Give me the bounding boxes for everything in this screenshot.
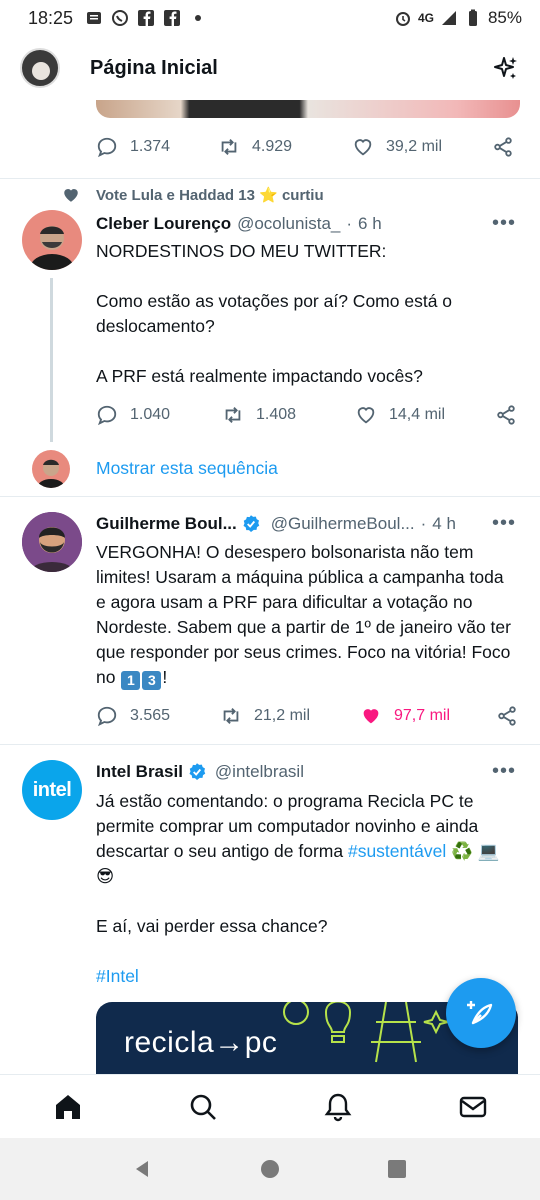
author-handle[interactable]: @intelbrasil xyxy=(215,762,304,782)
tweet-text[interactable]: NORDESTINOS DO MEU TWITTER: Como estão a… xyxy=(96,239,516,389)
previous-tweet-media[interactable] xyxy=(96,100,520,118)
divider xyxy=(0,178,540,179)
heart-filled-icon xyxy=(64,189,78,202)
like-button[interactable]: 39,2 mil xyxy=(352,136,492,158)
recents-icon[interactable] xyxy=(386,1158,408,1180)
retweet-button[interactable]: 4.929 xyxy=(218,136,352,158)
nav-notifications[interactable] xyxy=(323,1092,353,1122)
tweet-header: Cleber Lourenço @ocolunista_ · 6 h xyxy=(96,214,382,234)
compose-tweet-button[interactable] xyxy=(446,978,516,1048)
home-circle-icon[interactable] xyxy=(259,1158,281,1180)
action-bar: 1.374 4.929 39,2 mil xyxy=(96,136,520,158)
signal-icon xyxy=(441,11,456,25)
share-button[interactable] xyxy=(496,705,518,727)
divider xyxy=(0,496,540,497)
battery-icon xyxy=(468,9,477,26)
bottom-navigation xyxy=(0,1074,540,1138)
more-options-icon[interactable]: ••• xyxy=(492,760,516,783)
share-icon xyxy=(498,706,516,726)
tweet-header: Intel Brasil @intelbrasil xyxy=(96,762,304,782)
nav-home[interactable] xyxy=(53,1092,83,1122)
social-context: Vote Lula e Haddad 13 ⭐ curtiu xyxy=(62,186,324,204)
reply-icon xyxy=(97,405,117,426)
verified-badge-icon xyxy=(243,515,259,532)
retweet-icon xyxy=(221,139,237,155)
search-icon xyxy=(190,1094,216,1120)
app-header: Página Inicial xyxy=(0,36,540,100)
more-options-icon[interactable]: ••• xyxy=(492,212,516,235)
status-time: 18:25 xyxy=(28,7,74,28)
tweet-time[interactable]: 6 h xyxy=(358,214,382,234)
share-icon xyxy=(494,137,512,157)
avatar[interactable] xyxy=(22,512,82,572)
reply-button[interactable]: 1.374 xyxy=(96,136,218,158)
action-bar: 3.565 21,2 mil 97,7 mil xyxy=(96,705,520,727)
keycap-1-emoji: 1 xyxy=(121,671,141,690)
reply-icon xyxy=(97,706,117,727)
heart-icon xyxy=(357,407,375,424)
small-avatar[interactable] xyxy=(32,450,70,488)
retweet-icon xyxy=(225,407,241,423)
facebook-icon xyxy=(164,10,181,26)
compose-feather-icon xyxy=(467,1001,493,1025)
intel-logo-text: intel xyxy=(32,778,72,801)
retweet-button[interactable]: 21,2 mil xyxy=(220,705,360,727)
reply-icon xyxy=(97,137,117,158)
more-options-icon[interactable]: ••• xyxy=(492,512,516,535)
dot-icon xyxy=(195,15,202,21)
facebook-icon xyxy=(138,10,155,26)
retweet-icon xyxy=(223,708,239,724)
tweet-text[interactable]: Já estão comentando: o programa Recicla … xyxy=(96,789,516,989)
hashtag-link[interactable]: #sustentável xyxy=(348,841,446,861)
nav-search[interactable] xyxy=(188,1092,218,1122)
author-handle[interactable]: @ocolunista_ xyxy=(237,214,340,234)
verified-badge-icon xyxy=(189,763,206,780)
share-icon xyxy=(497,405,515,425)
heart-filled-icon xyxy=(363,709,379,724)
tweet-text[interactable]: VERGONHA! O desespero bolsonarista não t… xyxy=(96,540,516,690)
tweet-time[interactable]: 4 h xyxy=(432,514,456,534)
reply-button[interactable]: 3.565 xyxy=(96,705,220,727)
author-name[interactable]: Cleber Lourenço xyxy=(96,214,231,234)
sparkle-icon[interactable] xyxy=(492,54,520,82)
whatsapp-icon xyxy=(112,10,129,26)
heart-icon xyxy=(354,139,372,156)
card-brand-text: recicla→pc xyxy=(124,1026,278,1059)
tweet-header: Guilherme Boul... @GuilhermeBoul... · 4 … xyxy=(96,514,456,534)
status-bar: 18:25 4G 85% xyxy=(0,0,540,36)
nav-messages[interactable] xyxy=(458,1092,488,1122)
action-bar: 1.040 1.408 14,4 mil xyxy=(96,404,520,426)
home-icon xyxy=(55,1094,80,1119)
share-button[interactable] xyxy=(492,136,514,158)
notifications-icon xyxy=(324,1093,351,1121)
battery-level: 85% xyxy=(487,8,522,27)
like-button-active[interactable]: 97,7 mil xyxy=(360,705,496,727)
show-thread-link[interactable]: Mostrar esta sequência xyxy=(96,458,278,479)
alarm-icon xyxy=(395,12,410,26)
thread-line xyxy=(50,278,53,442)
author-name[interactable]: Guilherme Boul... xyxy=(96,514,237,534)
message-icon xyxy=(87,12,102,24)
divider xyxy=(0,744,540,745)
messages-icon xyxy=(459,1096,486,1117)
author-handle[interactable]: @GuilhermeBoul... xyxy=(271,514,415,534)
profile-avatar[interactable] xyxy=(20,48,60,88)
page-title: Página Inicial xyxy=(90,56,218,79)
retweet-button[interactable]: 1.408 xyxy=(222,404,355,426)
network-type: 4G xyxy=(417,11,434,25)
share-button[interactable] xyxy=(495,404,517,426)
hashtag-link[interactable]: #Intel xyxy=(96,966,139,986)
keycap-3-emoji: 3 xyxy=(142,671,162,690)
author-name[interactable]: Intel Brasil xyxy=(96,762,183,782)
timeline[interactable]: 1.374 4.929 39,2 mil Vote Lula e Haddad … xyxy=(0,100,540,1074)
system-navigation-bar xyxy=(0,1138,540,1200)
avatar[interactable] xyxy=(22,210,82,270)
back-icon[interactable] xyxy=(132,1158,154,1180)
reply-button[interactable]: 1.040 xyxy=(96,404,222,426)
avatar[interactable]: intel xyxy=(22,760,82,820)
like-button[interactable]: 14,4 mil xyxy=(355,404,495,426)
